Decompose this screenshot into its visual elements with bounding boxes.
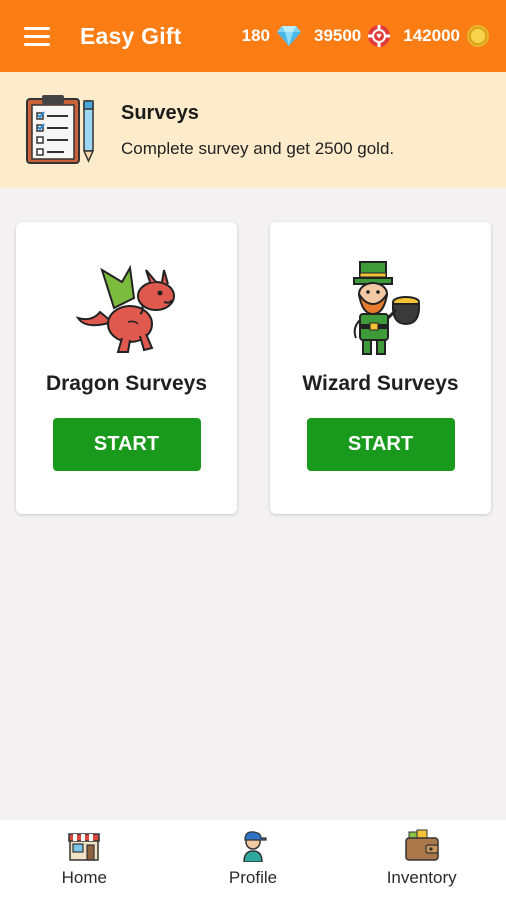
nav-home[interactable]: Home [0,820,169,900]
profile-avatar-icon [243,831,267,862]
nav-inventory[interactable]: Inventory [337,820,506,900]
dragon-surveys-card[interactable]: Dragon Surveys START [16,222,237,514]
clipboard-survey-icon [26,95,95,164]
wizard-art [326,260,436,356]
app-bar: Easy Gift 180 39500 142000 [0,0,506,72]
card-title: Dragon Surveys [45,372,208,395]
currency-bar: 180 39500 142000 [242,24,490,48]
chip-balance: 39500 [314,24,391,48]
chip-count: 39500 [313,26,362,45]
wizard-surveys-card[interactable]: Wizard Surveys START [270,222,491,514]
wizard-start-button[interactable]: START [306,418,455,471]
shop-home-icon [68,833,101,861]
nav-inventory-label: Inventory [386,868,457,887]
dragon-start-button[interactable]: START [52,418,201,471]
surveys-banner: Surveys Complete survey and get 2500 gol… [0,72,506,188]
nav-home-label: Home [61,868,108,887]
banner-title: Surveys [121,101,199,124]
gold-count: 142000 [403,26,460,45]
banner-subtitle: Complete survey and get 2500 gold. [121,138,395,158]
dragon-icon [75,264,175,353]
survey-cards: Dragon Surveys START Wizard Surveys STAR… [16,222,491,514]
dragon-art [72,260,182,356]
diamond-icon [276,26,301,46]
app-title: Easy Gift [80,22,182,49]
banner-text: Surveys Complete survey and get 2500 gol… [121,102,394,159]
bottom-navigation: Home Profile Inventory [0,820,506,900]
diamond-balance: 180 [242,25,302,47]
poker-chip-icon [368,25,391,47]
diamond-count: 180 [241,26,270,45]
wallet-inventory-icon [404,829,439,861]
nav-profile-label: Profile [228,868,278,887]
nav-profile[interactable]: Profile [169,820,338,900]
leprechaun-wizard-icon [352,261,420,355]
hamburger-menu-icon[interactable] [24,26,50,46]
gold-coin-icon [467,25,489,47]
gold-balance: 142000 [403,24,490,48]
card-title: Wizard Surveys [302,372,459,395]
